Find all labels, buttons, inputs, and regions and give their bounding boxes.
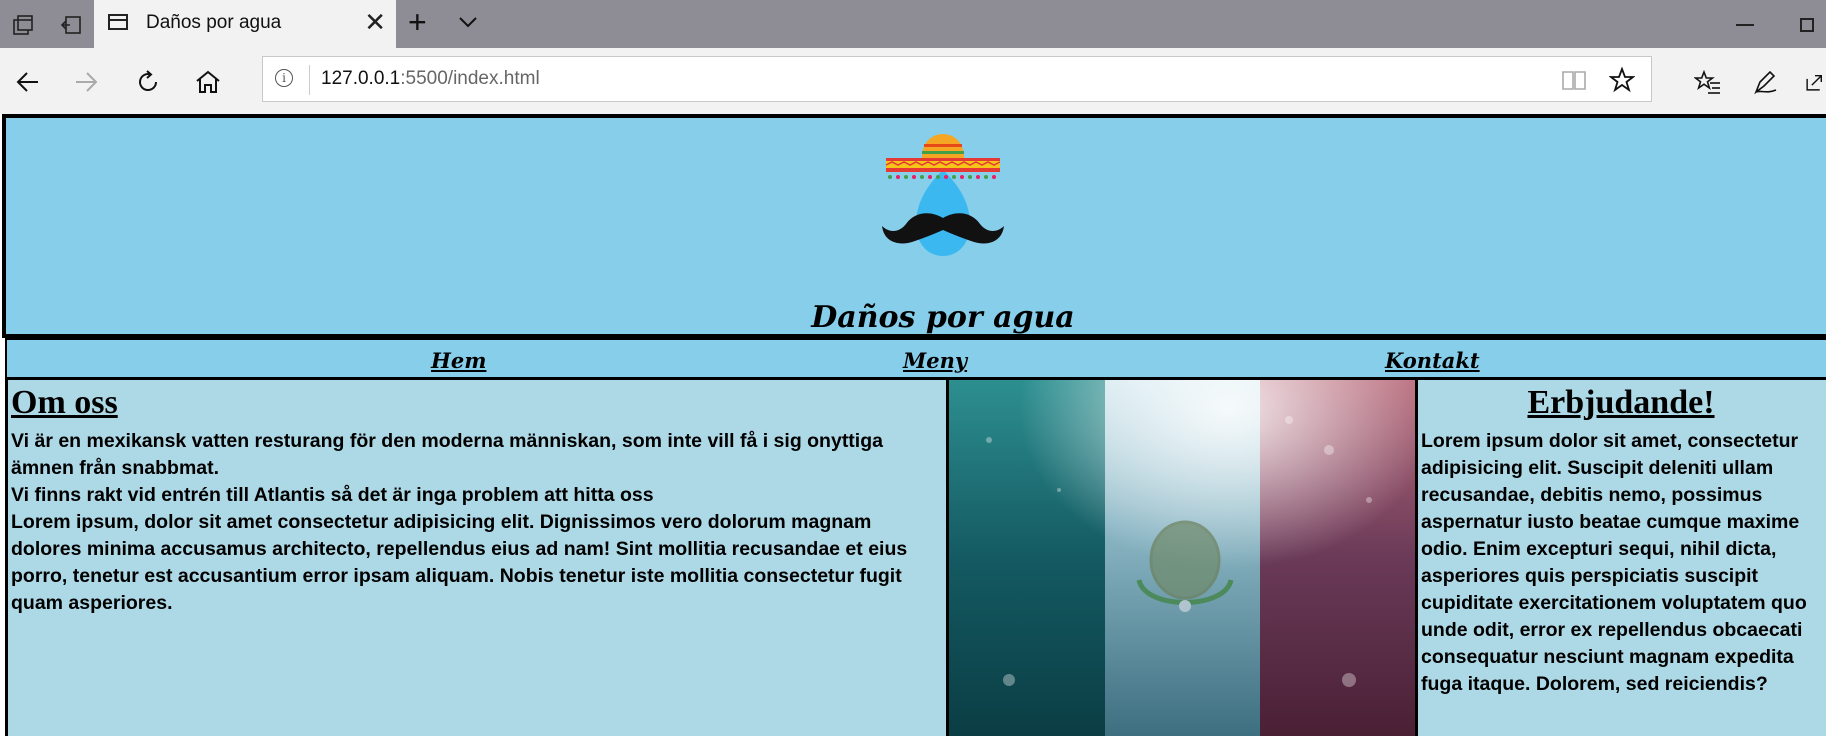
offer-line: odio. Enim excepturi sequi, nihil dicta, [1421, 538, 1777, 560]
address-bar[interactable]: i 127.0.0.1:5500/index.html [262, 56, 1652, 102]
url-text[interactable]: 127.0.0.1:5500/index.html [321, 68, 540, 90]
browser-tab-active[interactable]: Daños por agua ✕ [94, 0, 396, 48]
offer-line: recusandae, debitis nemo, possimus [1421, 484, 1763, 506]
info-icon[interactable]: i [275, 69, 293, 87]
site-title: Daños por agua [811, 300, 1075, 335]
favorites-icon[interactable] [1692, 66, 1724, 98]
page-icon [108, 14, 128, 30]
about-paragraph-3: Lorem ipsum, dolor sit amet consectetur … [11, 511, 908, 614]
nav-link-kontakt[interactable]: Kontakt [1385, 348, 1480, 373]
minimize-button[interactable] [1736, 24, 1754, 26]
about-heading: Om oss [11, 384, 118, 421]
offer-line: adipisicing elit. Suscipit deleniti ulla… [1421, 457, 1774, 479]
nav-link-meny[interactable]: Meny [903, 348, 967, 373]
offer-line: asperiores quis perspiciatis suscipit [1421, 565, 1759, 587]
site-nav: Hem Meny Kontakt [5, 338, 1826, 380]
offer-section: Erbjudande! Lorem ipsum dolor sit amet, … [1418, 380, 1826, 736]
page-viewport: Daños por agua Hem Meny Kontakt Om oss V… [0, 114, 1826, 736]
url-host: 127.0.0.1 [321, 68, 401, 89]
reading-view-icon[interactable] [1561, 69, 1587, 96]
star-icon[interactable] [1608, 66, 1636, 98]
underwater-flag-image [946, 380, 1418, 736]
about-section: Om oss Vi är en mexikansk vatten restura… [5, 380, 946, 736]
address-divider [309, 65, 310, 95]
plus-icon[interactable]: + [408, 6, 427, 38]
offer-line: Lorem ipsum dolor sit amet, consectetur [1421, 430, 1799, 452]
about-paragraph-2: Vi finns rakt vid entrén till Atlantis s… [11, 484, 654, 506]
browser-toolbar: i 127.0.0.1:5500/index.html [0, 48, 1826, 115]
tab-title: Daños por agua [146, 12, 282, 33]
logo-image [882, 134, 1004, 256]
pen-icon[interactable] [1750, 66, 1782, 98]
restore-button[interactable] [1800, 18, 1814, 32]
about-paragraph-1: Vi är en mexikansk vatten resturang för … [11, 430, 883, 479]
offer-line: aspernatur iusto beatae cumque maxime [1421, 511, 1800, 533]
offer-line: fuga itaque. Dolorem, sed reiciendis? [1421, 673, 1768, 695]
home-icon[interactable] [192, 66, 224, 98]
back-icon[interactable] [12, 66, 44, 98]
offer-line: cupiditate exercitationem voluptatem quo [1421, 592, 1807, 614]
refresh-icon[interactable] [132, 66, 164, 98]
offer-line: unde odit, error ex repellendus obcaecat… [1421, 619, 1803, 641]
browser-titlebar: Daños por agua ✕ + [0, 0, 1826, 48]
close-icon[interactable]: ✕ [364, 9, 386, 35]
url-path: :5500/index.html [400, 68, 540, 89]
chevron-down-icon[interactable] [456, 10, 480, 39]
forward-icon[interactable] [70, 66, 102, 98]
offer-heading: Erbjudande! [1527, 384, 1715, 421]
share-icon[interactable] [1804, 66, 1826, 98]
nav-link-hem[interactable]: Hem [431, 348, 486, 373]
tab-actions-icon[interactable] [10, 12, 36, 38]
offer-line: consequatur nesciunt magnam expedita [1421, 646, 1794, 668]
set-aside-tabs-icon[interactable] [58, 12, 84, 38]
